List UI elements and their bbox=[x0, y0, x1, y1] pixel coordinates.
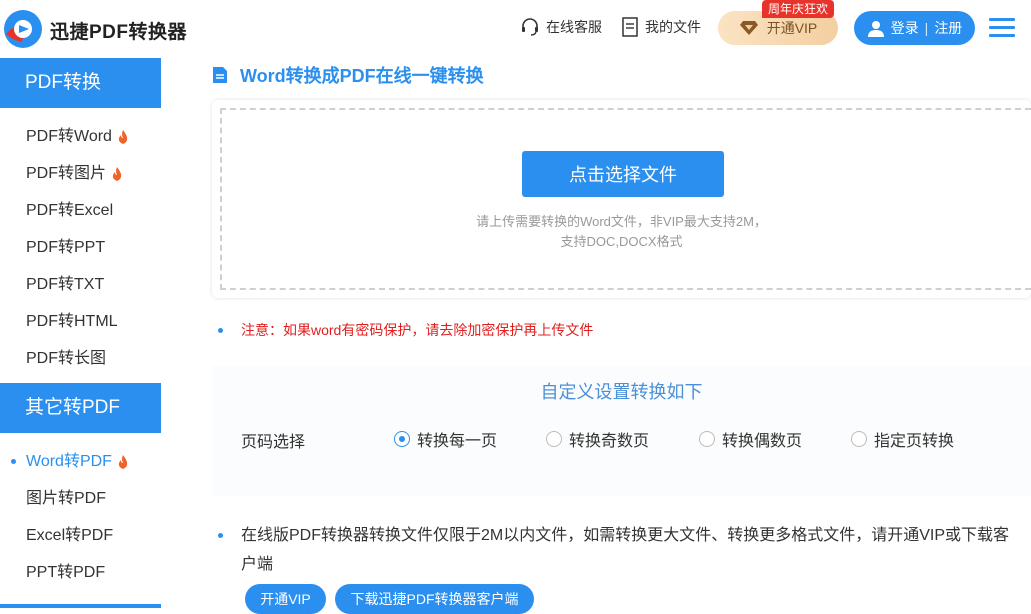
sidebar-item[interactable]: PDF转HTML bbox=[0, 303, 161, 340]
upload-hint: 请上传需要转换的Word文件，非VIP最大支持2M， 支持DOC,DOCX格式 bbox=[212, 212, 1031, 252]
file-icon bbox=[213, 67, 227, 83]
password-note: 注意：如果word有密码保护，请去除加密保护再上传文件 bbox=[218, 320, 593, 340]
document-icon bbox=[622, 17, 638, 37]
sidebar-next-group-edge bbox=[0, 604, 161, 608]
radio-circle bbox=[546, 431, 562, 447]
sidebar-item[interactable]: PPT转PDF bbox=[0, 554, 161, 591]
sidebar-item-label: Excel转PDF bbox=[26, 527, 114, 544]
sidebar-item[interactable]: PDF转PPT bbox=[0, 229, 161, 266]
download-client-button[interactable]: 下载迅捷PDF转换器客户端 bbox=[335, 584, 534, 614]
online-service-link[interactable]: 在线客服 bbox=[520, 17, 602, 37]
app-logo-icon[interactable] bbox=[2, 8, 44, 50]
sidebar-item[interactable]: PDF转Word bbox=[0, 118, 161, 155]
page-title-text: Word转换成PDF在线一键转换 bbox=[240, 66, 484, 86]
login-link[interactable]: 登录 bbox=[891, 18, 919, 38]
sidebar-item[interactable]: PDF转长图 bbox=[0, 340, 161, 377]
sidebar-group-pdf-convert[interactable]: PDF转换 bbox=[0, 58, 161, 108]
active-dot bbox=[11, 459, 16, 464]
my-files-link[interactable]: 我的文件 bbox=[621, 17, 701, 37]
sidebar-item[interactable]: PDF转图片 bbox=[0, 155, 161, 192]
login-register-button: 登录 | 注册 bbox=[854, 11, 975, 45]
sidebar-item-label: PDF转HTML bbox=[26, 313, 118, 330]
brand-name: 迅捷PDF转换器 bbox=[50, 22, 188, 43]
sidebar-group-other-to-pdf[interactable]: 其它转PDF bbox=[0, 383, 161, 433]
radio-label: 转换每一页 bbox=[417, 433, 498, 450]
radio-even-pages[interactable]: 转换偶数页 bbox=[699, 427, 802, 451]
sidebar-item[interactable]: PDF转TXT bbox=[0, 266, 161, 303]
online-limit-info: 在线版PDF转换器转换文件仅限于2M以内文件，如需转换更大文件、转换更多格式文件… bbox=[218, 521, 1018, 579]
upload-hint-line2: 支持DOC,DOCX格式 bbox=[560, 234, 683, 249]
hot-flame-icon bbox=[112, 166, 122, 181]
upload-dropzone[interactable]: 点击选择文件 请上传需要转换的Word文件，非VIP最大支持2M， 支持DOC,… bbox=[212, 100, 1031, 298]
sidebar-item-label: PPT转PDF bbox=[26, 564, 106, 581]
conversion-settings: 自定义设置转换如下 页码选择 转换每一页 转换奇数页 转换偶数页 指定页转换 bbox=[212, 366, 1031, 496]
sidebar-item[interactable]: Excel转PDF bbox=[0, 517, 161, 554]
radio-label: 指定页转换 bbox=[874, 433, 955, 450]
sidebar-item-label: Word转PDF bbox=[26, 453, 112, 470]
radio-circle bbox=[394, 431, 410, 447]
my-files-label: 我的文件 bbox=[645, 19, 701, 35]
sidebar-item[interactable]: 图片转PDF bbox=[0, 480, 161, 517]
sidebar-item-label: PDF转长图 bbox=[26, 350, 107, 367]
password-note-text: 注意：如果word有密码保护，请去除加密保护再上传文件 bbox=[241, 322, 594, 338]
user-icon bbox=[867, 21, 884, 37]
sidebar-item[interactable]: Word转PDF bbox=[0, 443, 161, 480]
dashed-border bbox=[220, 108, 1031, 290]
hot-flame-icon bbox=[118, 454, 128, 469]
open-vip-button[interactable]: 开通VIP bbox=[245, 584, 326, 614]
bullet-icon bbox=[218, 533, 223, 538]
register-link[interactable]: 注册 bbox=[934, 18, 962, 38]
sidebar-list-other-to-pdf: Word转PDF 图片转PDF Excel转PDF PPT转PDF bbox=[0, 433, 161, 597]
radio-odd-pages[interactable]: 转换奇数页 bbox=[546, 427, 649, 451]
online-service-label: 在线客服 bbox=[546, 19, 602, 35]
settings-title: 自定义设置转换如下 bbox=[540, 382, 703, 402]
promo-badge: 周年庆狂欢 bbox=[762, 0, 835, 18]
radio-circle bbox=[851, 431, 867, 447]
sidebar-item-label: 图片转PDF bbox=[26, 490, 107, 507]
radio-label: 转换奇数页 bbox=[569, 433, 650, 450]
sidebar: PDF转换 PDF转Word PDF转图片 PDF转Excel PDF转PPT PDF转… bbox=[0, 58, 161, 608]
vip-button-label: 开通VIP bbox=[766, 20, 818, 36]
page-select-label: 页码选择 bbox=[241, 434, 306, 451]
diamond-icon bbox=[739, 21, 758, 35]
upload-hint-line1: 请上传需要转换的Word文件，非VIP最大支持2M， bbox=[476, 214, 767, 229]
sidebar-list-pdf-convert: PDF转Word PDF转图片 PDF转Excel PDF转PPT PDF转TXT PDF… bbox=[0, 108, 161, 383]
radio-every-page[interactable]: 转换每一页 bbox=[394, 427, 497, 451]
bullet-icon bbox=[218, 327, 223, 333]
sidebar-item-label: PDF转TXT bbox=[26, 276, 105, 293]
hot-flame-icon bbox=[118, 129, 128, 144]
page-title: Word转换成PDF在线一键转换 bbox=[212, 62, 484, 88]
choose-file-button[interactable]: 点击选择文件 bbox=[522, 151, 724, 197]
headset-icon bbox=[522, 18, 538, 36]
sidebar-item-label: PDF转Excel bbox=[26, 202, 114, 219]
divider: | bbox=[924, 20, 929, 36]
radio-circle bbox=[699, 431, 715, 447]
sidebar-item[interactable]: PDF转Excel bbox=[0, 192, 161, 229]
top-header: 迅捷PDF转换器 在线客服 我的文件 开通VIP 周年庆狂欢 登录 | 注册 bbox=[0, 0, 1031, 58]
radio-label: 转换偶数页 bbox=[722, 433, 803, 450]
radio-specified-pages[interactable]: 指定页转换 bbox=[851, 427, 954, 451]
sidebar-item-label: PDF转图片 bbox=[26, 165, 107, 182]
online-limit-info-text: 在线版PDF转换器转换文件仅限于2M以内文件，如需转换更大文件、转换更多格式文件… bbox=[241, 527, 1010, 573]
sidebar-item-label: PDF转PPT bbox=[26, 239, 106, 256]
hamburger-menu-icon[interactable] bbox=[989, 18, 1015, 38]
sidebar-item-label: PDF转Word bbox=[26, 128, 112, 145]
